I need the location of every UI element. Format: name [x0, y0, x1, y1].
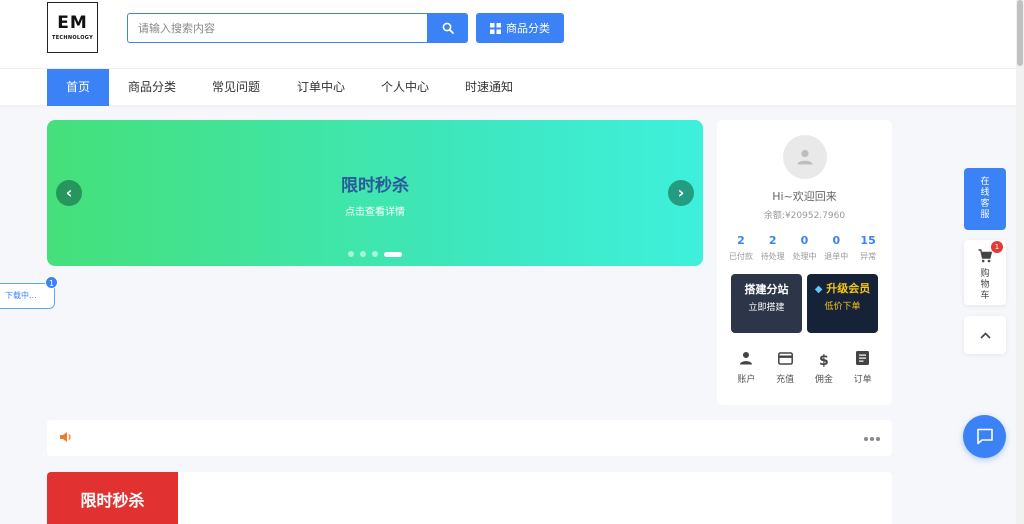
cart-button[interactable]: 1 购物车	[964, 240, 1006, 305]
scrollbar-thumb[interactable]	[1017, 0, 1023, 66]
order-stats: 2 已付款 2 待处理 0 处理中 0 退单中 15 异常	[717, 234, 892, 262]
grid-icon	[490, 22, 501, 34]
quick-link-label: 账户	[737, 375, 756, 385]
chevron-up-icon	[979, 331, 991, 339]
stat-processing[interactable]: 0 处理中	[789, 234, 819, 262]
search-button[interactable]	[427, 13, 468, 43]
build-substation-card[interactable]: 搭建分站 立即搭建	[731, 274, 802, 333]
stat-refunding[interactable]: 0 退单中	[821, 234, 851, 262]
promo-subtitle: 立即搭建	[748, 303, 785, 313]
greeting-text: Hi~欢迎回来	[772, 190, 837, 203]
stat-paid[interactable]: 2 已付款	[726, 234, 756, 262]
quick-link-recharge[interactable]: 充值	[770, 350, 800, 385]
banner-pagination	[348, 251, 402, 257]
chat-button[interactable]	[963, 415, 1006, 458]
stat-pending[interactable]: 2 待处理	[758, 234, 788, 262]
stat-value: 0	[800, 234, 809, 247]
card-icon	[777, 352, 793, 365]
back-to-top-button[interactable]	[964, 316, 1006, 354]
stat-label: 异常	[860, 252, 877, 261]
notice-bar[interactable]	[47, 420, 892, 456]
site-logo[interactable]: EM TECHNOLOGY	[47, 2, 98, 53]
logo-main: EM	[57, 13, 88, 33]
nav-item-categories[interactable]: 商品分类	[119, 69, 185, 106]
logo-sub: TECHNOLOGY	[52, 35, 93, 41]
quick-link-label: 订单	[853, 375, 872, 385]
search-input[interactable]	[127, 13, 427, 43]
quick-link-label: 充值	[776, 375, 795, 385]
stat-value: 0	[832, 234, 841, 247]
chat-icon	[976, 428, 993, 445]
banner-subtitle[interactable]: 点击查看详情	[47, 203, 703, 218]
cart-label: 购物车	[980, 269, 990, 301]
upgrade-member-card[interactable]: ◆ 升级会员 低价下单	[807, 274, 878, 333]
promo-title-text: 升级会员	[826, 282, 871, 295]
quick-link-orders[interactable]: 订单	[848, 350, 878, 385]
banner-prev-button[interactable]: ‹	[56, 180, 82, 206]
stat-value: 2	[737, 234, 745, 247]
more-icon[interactable]	[864, 437, 880, 441]
banner-dot-1[interactable]	[348, 251, 354, 257]
promo-title: ◆ 升级会员	[807, 282, 878, 296]
promo-title: 搭建分站	[744, 283, 789, 296]
nav-item-notice[interactable]: 时速通知	[456, 69, 522, 106]
quick-link-commission[interactable]: $ 佣金	[809, 350, 839, 385]
quick-link-account[interactable]: 账户	[731, 350, 761, 385]
document-icon	[856, 351, 870, 365]
user-placeholder-icon	[797, 149, 813, 165]
stat-value: 2	[768, 234, 777, 247]
balance-text: 余额:¥20952.7960	[763, 211, 846, 221]
stat-value: 15	[860, 234, 876, 247]
page-scrollbar[interactable]	[1016, 0, 1024, 524]
header: EM TECHNOLOGY 商品分类	[0, 0, 1024, 68]
promo-subtitle: 低价下单	[824, 302, 861, 312]
customer-service-label: 在线客服	[980, 177, 990, 220]
user-panel: Hi~欢迎回来 余额:¥20952.7960 2 已付款 2 待处理 0 处理中…	[717, 120, 892, 405]
search-icon	[442, 22, 454, 34]
quick-links: 账户 充值 $ 佣金 订单	[717, 350, 892, 385]
nav-item-home[interactable]: 首页	[47, 69, 109, 106]
banner-title: 限时秒杀	[341, 176, 409, 196]
banner-dot-4[interactable]	[384, 251, 402, 257]
avatar[interactable]	[783, 135, 827, 179]
flash-sale-section: 限时秒杀	[47, 472, 892, 524]
banner-dot-2[interactable]	[360, 251, 366, 257]
banner-dot-3[interactable]	[372, 251, 378, 257]
nav-item-faq[interactable]: 常见问题	[203, 69, 269, 106]
cart-icon	[978, 249, 993, 263]
stat-abnormal[interactable]: 15 异常	[853, 234, 883, 262]
flash-sale-title: 限时秒杀	[47, 472, 178, 524]
nav-item-profile[interactable]: 个人中心	[372, 69, 438, 106]
download-count-badge: 1	[45, 276, 58, 289]
diamond-icon: ◆	[814, 284, 823, 295]
nav-item-orders[interactable]: 订单中心	[288, 69, 354, 106]
promo-banner[interactable]: 限时秒杀 点击查看详情 ‹ ›	[47, 120, 703, 266]
customer-service-button[interactable]: 在线客服	[964, 168, 1006, 230]
category-button[interactable]: 商品分类	[476, 13, 564, 43]
banner-next-button[interactable]: ›	[668, 180, 694, 206]
speaker-icon	[60, 432, 71, 442]
quick-link-label: 佣金	[814, 375, 833, 385]
person-icon	[740, 352, 753, 365]
dollar-icon: $	[819, 353, 829, 369]
main-nav: 首页 商品分类 常见问题 订单中心 个人中心 时速通知	[0, 68, 1024, 106]
cart-count-badge: 1	[991, 241, 1003, 253]
category-button-label: 商品分类	[506, 22, 550, 35]
